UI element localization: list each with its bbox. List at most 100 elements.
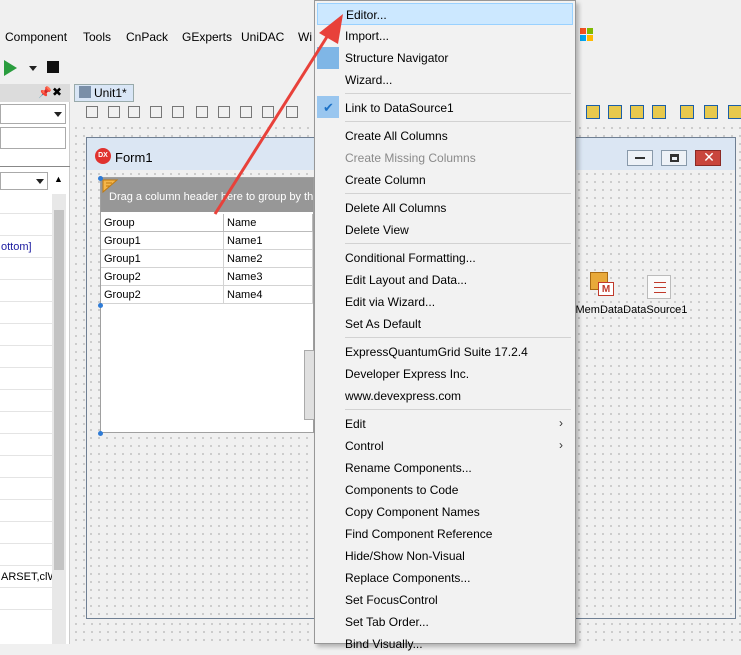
grid-cell[interactable]: Name1 [224, 232, 313, 250]
scale-icon[interactable] [728, 105, 741, 119]
tab-unit1[interactable]: Unit1* [74, 84, 134, 102]
lock-controls-icon[interactable] [680, 105, 694, 119]
menu-item-wizard[interactable]: Wizard... [317, 69, 573, 91]
component-selector[interactable] [0, 104, 66, 124]
align-center-icon[interactable] [108, 106, 120, 118]
property-row[interactable] [0, 258, 52, 280]
grid-cell[interactable]: Name2 [224, 250, 313, 268]
property-row[interactable] [0, 434, 52, 456]
grid-cell[interactable]: Name3 [224, 268, 313, 286]
property-row[interactable] [0, 478, 52, 500]
tab-order-icon[interactable] [630, 105, 644, 119]
close-icon[interactable]: ✖ [52, 85, 62, 99]
menu-component[interactable]: Component [5, 30, 67, 44]
vertical-scrollbar[interactable] [52, 194, 66, 644]
menu-item-website[interactable]: www.devexpress.com [317, 385, 573, 407]
size-icon[interactable] [286, 106, 298, 118]
grid-cell[interactable]: Name4 [224, 286, 313, 304]
property-row[interactable] [0, 214, 52, 236]
run-dropdown-icon[interactable] [29, 66, 37, 71]
menu-item-set-focuscontrol[interactable]: Set FocusControl [317, 589, 573, 611]
property-row[interactable] [0, 302, 52, 324]
cx-grid[interactable]: Drag a column header here to group by th… [100, 177, 314, 433]
send-to-back-icon[interactable] [608, 105, 622, 119]
property-row[interactable] [0, 390, 52, 412]
menu-item-create-all-columns[interactable]: Create All Columns [317, 125, 573, 147]
selection-handle[interactable] [98, 303, 103, 308]
menu-window[interactable]: Wi [298, 30, 312, 44]
menu-item-set-as-default[interactable]: Set As Default [317, 313, 573, 335]
menu-tools[interactable]: Tools [83, 30, 111, 44]
column-header-group[interactable]: Group [101, 214, 224, 232]
menu-item-find-component-reference[interactable]: Find Component Reference [317, 523, 573, 545]
align-left-icon[interactable] [86, 106, 98, 118]
property-row[interactable]: ottom] [0, 236, 52, 258]
stop-icon[interactable] [47, 61, 59, 73]
align-middle-icon[interactable] [218, 106, 230, 118]
menu-gexperts[interactable]: GExperts [182, 30, 232, 44]
menu-item-edit-via-wizard[interactable]: Edit via Wizard... [317, 291, 573, 313]
menu-item-edit-layout[interactable]: Edit Layout and Data... [317, 269, 573, 291]
property-row[interactable] [0, 456, 52, 478]
menu-item-control[interactable]: Control › [317, 435, 573, 457]
menu-item-link-datasource[interactable]: ✔ Link to DataSource1 [317, 97, 573, 119]
close-button[interactable]: ✕ [695, 149, 721, 166]
group-by-panel[interactable]: Drag a column header here to group by th [101, 178, 313, 212]
menu-cnpack[interactable]: CnPack [126, 30, 168, 44]
menu-item-hide-show-nonvisual[interactable]: Hide/Show Non-Visual [317, 545, 573, 567]
grid-cell[interactable]: Group1 [101, 250, 224, 268]
property-row[interactable] [0, 280, 52, 302]
grid-cell[interactable]: Group2 [101, 268, 224, 286]
scrollbar-thumb[interactable] [54, 210, 64, 570]
property-row[interactable] [0, 500, 52, 522]
menu-item-replace-components[interactable]: Replace Components... [317, 567, 573, 589]
property-row[interactable] [0, 412, 52, 434]
space-horizontal-icon[interactable] [150, 106, 162, 118]
property-row[interactable] [0, 522, 52, 544]
menu-item-copy-component-names[interactable]: Copy Component Names [317, 501, 573, 523]
menu-item-set-tab-order[interactable]: Set Tab Order... [317, 611, 573, 633]
menu-item-delete-view[interactable]: Delete View [317, 219, 573, 241]
property-row[interactable]: ARSET,clW [0, 566, 52, 588]
snap-grid-icon[interactable] [652, 105, 666, 119]
property-value-combo[interactable] [0, 172, 48, 190]
align-top-icon[interactable] [196, 106, 208, 118]
menu-item-product-version[interactable]: ExpressQuantumGrid Suite 17.2.4 [317, 341, 573, 363]
column-header-name[interactable]: Name [224, 214, 313, 232]
menu-item-structure-navigator[interactable]: Structure Navigator [317, 47, 573, 69]
menu-item-editor[interactable]: Editor... [317, 3, 573, 25]
menu-item-rename-components[interactable]: Rename Components... [317, 457, 573, 479]
align-right-icon[interactable] [128, 106, 140, 118]
center-window-icon[interactable] [172, 106, 184, 118]
property-row[interactable] [0, 346, 52, 368]
property-row[interactable] [0, 544, 52, 566]
menu-item-create-column[interactable]: Create Column [317, 169, 573, 191]
selection-handle[interactable] [98, 176, 103, 181]
space-vertical-icon[interactable] [262, 106, 274, 118]
property-row[interactable] [0, 368, 52, 390]
grid-cell[interactable]: Group2 [101, 286, 224, 304]
pin-icon[interactable]: 📌 [38, 86, 52, 99]
bring-to-front-icon[interactable] [586, 105, 600, 119]
property-row[interactable] [0, 324, 52, 346]
grid-cell[interactable]: Group1 [101, 232, 224, 250]
menu-item-import[interactable]: Import... [317, 25, 573, 47]
minimize-button[interactable] [627, 150, 653, 166]
menu-item-delete-all-columns[interactable]: Delete All Columns [317, 197, 573, 219]
memdata-component-icon[interactable]: M [590, 272, 616, 298]
menu-item-components-to-code[interactable]: Components to Code [317, 479, 573, 501]
property-row[interactable] [0, 192, 52, 214]
maximize-button[interactable] [661, 150, 687, 166]
property-search-input[interactable] [0, 127, 66, 149]
menu-item-vendor[interactable]: Developer Express Inc. [317, 363, 573, 385]
menu-item-bind-visually[interactable]: Bind Visually... [317, 633, 573, 655]
property-row[interactable] [0, 588, 52, 610]
menu-item-edit[interactable]: Edit › [317, 413, 573, 435]
caret-up-icon[interactable]: ▲ [54, 174, 63, 184]
play-icon[interactable] [4, 60, 17, 76]
align-bottom-icon[interactable] [240, 106, 252, 118]
select-all-icon[interactable] [704, 105, 718, 119]
datasource-component-icon[interactable] [647, 275, 671, 299]
menu-unidac[interactable]: UniDAC [241, 30, 284, 44]
selection-handle[interactable] [98, 431, 103, 436]
